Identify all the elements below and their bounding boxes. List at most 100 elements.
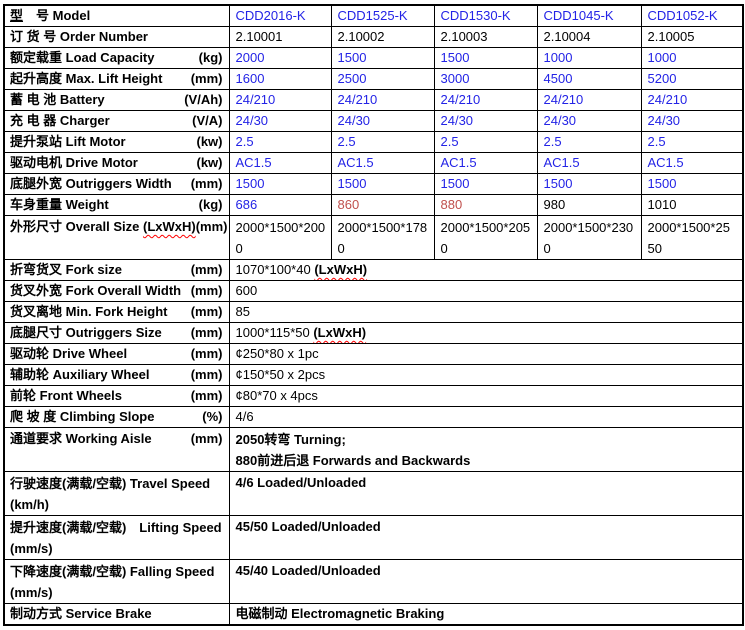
row-drive-motor: 驱动电机 Drive Motor(kw) AC1.5 AC1.5 AC1.5 A… — [4, 153, 743, 174]
lift-motor-value: 2.5 — [641, 132, 743, 153]
label-service-brake: 制动方式 Service Brake — [4, 604, 229, 626]
label-charger: 充 电 器 Charger(V/A) — [4, 111, 229, 132]
row-travel-speed: 行驶速度(满载/空载) Travel Speed (km/h) 4/6 Load… — [4, 472, 743, 516]
outriggers-width-value: 1500 — [331, 174, 434, 195]
lift-height-value: 3000 — [434, 69, 537, 90]
lift-height-value: 4500 — [537, 69, 641, 90]
row-charger: 充 电 器 Charger(V/A) 24/30 24/30 24/30 24/… — [4, 111, 743, 132]
row-drive-wheel: 驱动轮 Drive Wheel(mm) ¢250*80 x 1pc — [4, 344, 743, 365]
battery-value: 24/210 — [229, 90, 331, 111]
fork-overall-width-value: 600 — [229, 281, 743, 302]
label-model: 型 号 Model — [4, 5, 229, 27]
working-aisle-forwards-backwards: 880前进后退 Forwards and Backwards — [236, 450, 738, 471]
model-cdd1045k: CDD1045-K — [537, 5, 641, 27]
load-capacity-value: 1000 — [537, 48, 641, 69]
battery-value: 24/210 — [434, 90, 537, 111]
lifting-speed-value: 45/50 Loaded/Unloaded — [229, 516, 743, 560]
label-travel-speed: 行驶速度(满载/空载) Travel Speed (km/h) — [4, 472, 229, 516]
battery-value: 24/210 — [641, 90, 743, 111]
order-number-value: 2.10003 — [434, 27, 537, 48]
working-aisle-value: 2050转弯 Turning; 880前进后退 Forwards and Bac… — [229, 428, 743, 472]
label-drive-wheel: 驱动轮 Drive Wheel(mm) — [4, 344, 229, 365]
min-fork-height-value: 85 — [229, 302, 743, 323]
drive-wheel-value: ¢250*80 x 1pc — [229, 344, 743, 365]
charger-value: 24/30 — [641, 111, 743, 132]
lift-motor-value: 2.5 — [331, 132, 434, 153]
lift-height-value: 5200 — [641, 69, 743, 90]
drive-motor-value: AC1.5 — [229, 153, 331, 174]
weight-value: 880 — [434, 195, 537, 216]
drive-motor-value: AC1.5 — [537, 153, 641, 174]
label-auxiliary-wheel: 辅助轮 Auxiliary Wheel(mm) — [4, 365, 229, 386]
charger-value: 24/30 — [434, 111, 537, 132]
label-working-aisle: 通道要求 Working Aisle(mm) — [4, 428, 229, 472]
charger-value: 24/30 — [331, 111, 434, 132]
working-aisle-turning: 2050转弯 Turning; — [236, 429, 738, 450]
overall-size-value: 2000*1500*2550 — [641, 216, 743, 260]
lxwxh-note: (LxWxH) — [313, 325, 366, 340]
row-auxiliary-wheel: 辅助轮 Auxiliary Wheel(mm) ¢150*50 x 2pcs — [4, 365, 743, 386]
row-min-fork-height: 货叉离地 Min. Fork Height(mm) 85 — [4, 302, 743, 323]
row-fork-overall-width: 货叉外宽 Fork Overall Width(mm) 600 — [4, 281, 743, 302]
label-min-fork-height: 货叉离地 Min. Fork Height(mm) — [4, 302, 229, 323]
label-fork-size: 折弯货叉 Fork size(mm) — [4, 260, 229, 281]
row-service-brake: 制动方式 Service Brake 电磁制动 Electromagnetic … — [4, 604, 743, 626]
label-climbing-slope: 爬 坡 度 Climbing Slope(%) — [4, 407, 229, 428]
label-order-number: 订 货 号 Order Number — [4, 27, 229, 48]
row-outriggers-size: 底腿尺寸 Outriggers Size(mm) 1000*115*50 (Lx… — [4, 323, 743, 344]
row-lift-height: 起升高度 Max. Lift Height(mm) 1600 2500 3000… — [4, 69, 743, 90]
row-load-capacity: 额定载重 Load Capacity(kg) 2000 1500 1500 10… — [4, 48, 743, 69]
weight-value: 1010 — [641, 195, 743, 216]
fork-size-value: 1070*100*40 (LxWxH) — [229, 260, 743, 281]
row-overall-size: 外形尺寸 Overall Size (LxWxH)(mm) 2000*1500*… — [4, 216, 743, 260]
outriggers-width-value: 1500 — [537, 174, 641, 195]
falling-speed-value: 45/40 Loaded/Unloaded — [229, 560, 743, 604]
label-model-en: Model — [53, 8, 91, 23]
load-capacity-value: 1500 — [434, 48, 537, 69]
order-number-value: 2.10001 — [229, 27, 331, 48]
row-outriggers-width: 底腿外宽 Outriggers Width(mm) 1500 1500 1500… — [4, 174, 743, 195]
lxwxh-note: (LxWxH) — [143, 219, 196, 234]
row-model: 型 号 Model CDD2016-K CDD1525-K CDD1530-K … — [4, 5, 743, 27]
drive-motor-value: AC1.5 — [641, 153, 743, 174]
model-cdd1530k: CDD1530-K — [434, 5, 537, 27]
lift-motor-value: 2.5 — [434, 132, 537, 153]
weight-value: 860 — [331, 195, 434, 216]
order-number-value: 2.10002 — [331, 27, 434, 48]
order-number-value: 2.10005 — [641, 27, 743, 48]
climbing-slope-value: 4/6 — [229, 407, 743, 428]
outriggers-size-value: 1000*115*50 (LxWxH) — [229, 323, 743, 344]
label-overall-size: 外形尺寸 Overall Size (LxWxH)(mm) — [4, 216, 229, 260]
model-cdd1525k: CDD1525-K — [331, 5, 434, 27]
outriggers-width-value: 1500 — [229, 174, 331, 195]
load-capacity-value: 1000 — [641, 48, 743, 69]
spec-table: 型 号 Model CDD2016-K CDD1525-K CDD1530-K … — [3, 4, 744, 626]
label-falling-speed: 下降速度(满载/空载) Falling Speed (mm/s) — [4, 560, 229, 604]
label-outriggers-width: 底腿外宽 Outriggers Width(mm) — [4, 174, 229, 195]
model-cdd1052k: CDD1052-K — [641, 5, 743, 27]
weight-value: 980 — [537, 195, 641, 216]
label-lift-motor: 提升泵站 Lift Motor(kw) — [4, 132, 229, 153]
label-lift-height: 起升高度 Max. Lift Height(mm) — [4, 69, 229, 90]
drive-motor-value: AC1.5 — [434, 153, 537, 174]
row-weight: 车身重量 Weight(kg) 686 860 880 980 1010 — [4, 195, 743, 216]
travel-speed-value: 4/6 Loaded/Unloaded — [229, 472, 743, 516]
row-falling-speed: 下降速度(满载/空载) Falling Speed (mm/s) 45/40 L… — [4, 560, 743, 604]
label-weight: 车身重量 Weight(kg) — [4, 195, 229, 216]
row-front-wheels: 前轮 Front Wheels(mm) ¢80*70 x 4pcs — [4, 386, 743, 407]
row-lifting-speed: 提升速度(满载/空载) Lifting Speed (mm/s) 45/50 L… — [4, 516, 743, 560]
charger-value: 24/30 — [229, 111, 331, 132]
front-wheels-value: ¢80*70 x 4pcs — [229, 386, 743, 407]
charger-value: 24/30 — [537, 111, 641, 132]
label-front-wheels: 前轮 Front Wheels(mm) — [4, 386, 229, 407]
row-climbing-slope: 爬 坡 度 Climbing Slope(%) 4/6 — [4, 407, 743, 428]
auxiliary-wheel-value: ¢150*50 x 2pcs — [229, 365, 743, 386]
label-fork-overall-width: 货叉外宽 Fork Overall Width(mm) — [4, 281, 229, 302]
label-outriggers-size: 底腿尺寸 Outriggers Size(mm) — [4, 323, 229, 344]
overall-size-value: 2000*1500*1780 — [331, 216, 434, 260]
service-brake-value: 电磁制动 Electromagnetic Braking — [229, 604, 743, 626]
row-battery: 蓄 电 池 Battery(V/Ah) 24/210 24/210 24/210… — [4, 90, 743, 111]
overall-size-value: 2000*1500*2050 — [434, 216, 537, 260]
label-model-zh: 型 — [10, 8, 23, 23]
weight-value: 686 — [229, 195, 331, 216]
